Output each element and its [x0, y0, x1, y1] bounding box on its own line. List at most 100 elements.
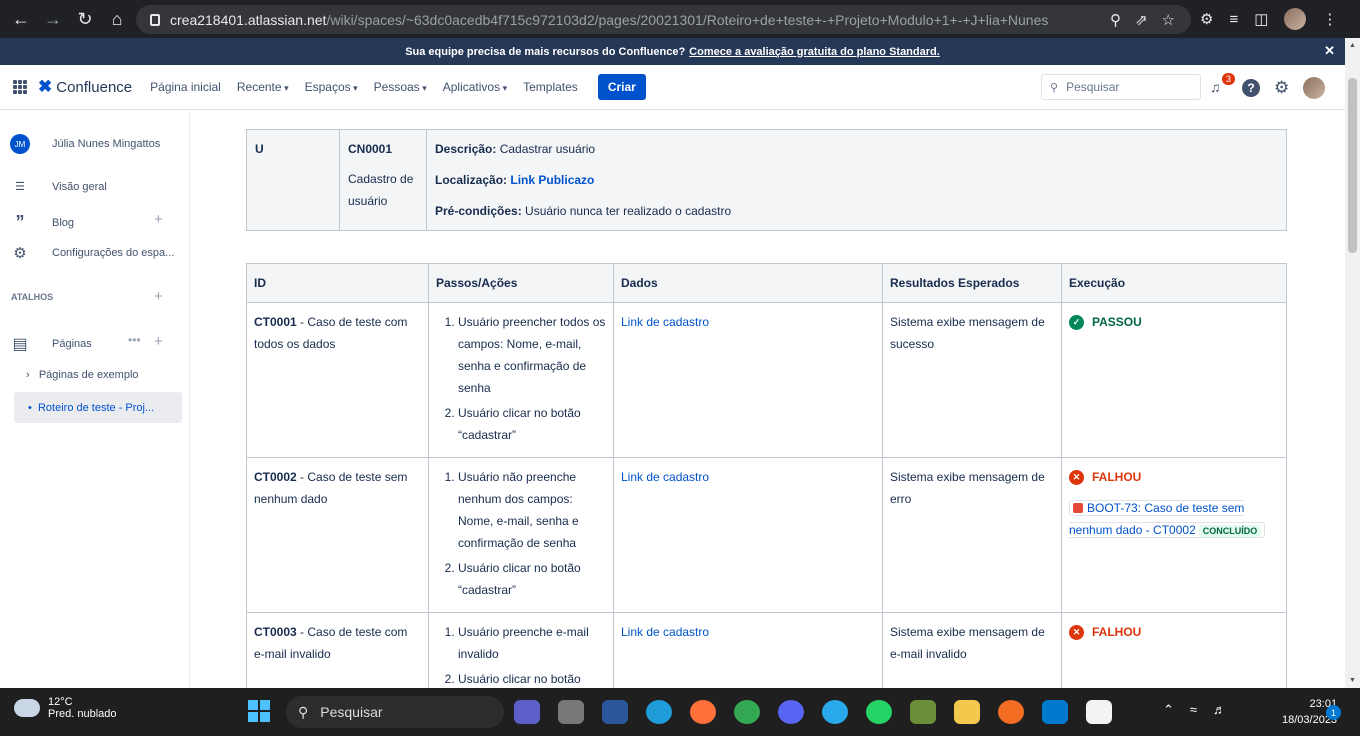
- chrome-icon[interactable]: [734, 700, 760, 724]
- pre-label: Pré-condições:: [435, 204, 522, 218]
- quote-icon: ”: [15, 212, 25, 232]
- reload-icon[interactable]: ↻: [74, 8, 96, 30]
- sidebar-item-pages[interactable]: ▤ Páginas: [10, 334, 92, 354]
- expected-result: Sistema exibe mensagem de erro: [882, 457, 1062, 613]
- sidebar-item-settings[interactable]: ⚙ Configurações do espa...: [10, 244, 174, 262]
- menu-apps[interactable]: Aplicativos: [443, 80, 507, 94]
- vscode-icon[interactable]: [1042, 700, 1068, 724]
- test-id: CT0002: [254, 470, 297, 484]
- pages-icon: ▤: [12, 336, 28, 353]
- settings-icon[interactable]: ⚙: [1274, 79, 1289, 97]
- loc-label: Localização:: [435, 173, 508, 187]
- jira-issue-link[interactable]: BOOT-73: Caso de teste sem nenhum dado -…: [1069, 500, 1266, 538]
- app-switcher-icon[interactable]: [13, 80, 27, 94]
- test-cases-table: ID Passos/Ações Dados Resultados Esperad…: [246, 263, 1287, 688]
- settings-app-icon[interactable]: [558, 700, 584, 724]
- table-header-row: ID Passos/Ações Dados Resultados Esperad…: [246, 263, 1287, 303]
- notepad-icon[interactable]: [910, 700, 936, 724]
- sidepanel-icon[interactable]: ◫: [1254, 10, 1268, 28]
- tree-item-examples[interactable]: › Páginas de exemplo: [26, 369, 139, 381]
- sidebar-space-owner[interactable]: JM Júlia Nunes Mingattos: [10, 134, 160, 154]
- wifi-icon[interactable]: ≈: [1190, 702, 1197, 718]
- menu-recent[interactable]: Recente: [237, 80, 289, 94]
- cloud-icon: [14, 699, 40, 717]
- url-host: crea218401.atlassian.net: [170, 11, 327, 28]
- file-explorer-icon[interactable]: [954, 700, 980, 724]
- notification-badge: 3: [1221, 73, 1235, 85]
- tree-item-label: Páginas de exemplo: [38, 369, 139, 381]
- expected-result: Sistema exibe mensagem de sucesso: [882, 302, 1062, 458]
- volume-icon[interactable]: ♬: [1213, 702, 1226, 718]
- user-avatar[interactable]: [1303, 77, 1326, 99]
- menu-templates[interactable]: Templates: [523, 80, 578, 94]
- weather-widget[interactable]: 12°C Pred. nublado: [14, 696, 117, 720]
- data-link[interactable]: Link de cadastro: [621, 625, 709, 639]
- reading-list-icon[interactable]: ≡: [1229, 11, 1238, 28]
- close-icon[interactable]: ✕: [1324, 43, 1335, 59]
- step-item: Usuário clicar no botão “cadastrar”: [458, 668, 606, 688]
- add-blog-icon[interactable]: +: [154, 211, 163, 228]
- extensions-icon[interactable]: ⚙: [1200, 10, 1213, 28]
- scroll-down-icon[interactable]: ▼: [1349, 677, 1356, 684]
- snipping-tool-icon[interactable]: [1086, 700, 1112, 724]
- sidebar-item-blog[interactable]: ” Blog: [10, 212, 75, 233]
- sidebar-blog-label: Blog: [52, 216, 75, 229]
- header-steps: Passos/Ações: [428, 263, 614, 303]
- home-icon[interactable]: ⌂: [106, 8, 128, 30]
- weather-temp: 12°C: [48, 696, 73, 708]
- address-bar[interactable]: crea218401.atlassian.net /wiki/spaces/~6…: [136, 5, 1191, 34]
- data-link[interactable]: Link de cadastro: [621, 315, 709, 329]
- table-row: CT0003 - Caso de teste com e-mail invali…: [246, 612, 1287, 688]
- zoom-icon[interactable]: ⚲: [1110, 11, 1121, 29]
- taskbar-search[interactable]: ⚲ Pesquisar: [286, 696, 504, 728]
- table-row: CT0002 - Caso de teste sem nenhum dado U…: [246, 457, 1287, 613]
- browser-menu-icon[interactable]: ⋮: [1322, 10, 1337, 28]
- add-shortcut-icon[interactable]: +: [154, 288, 163, 305]
- chevron-right-icon[interactable]: ›: [26, 369, 30, 381]
- windows-taskbar: 12°C Pred. nublado ⚲ Pesquisar ⌃ ≈ ♬ 23:0…: [0, 688, 1360, 736]
- discord-icon[interactable]: [778, 700, 804, 724]
- chevron-up-icon[interactable]: ⌃: [1163, 702, 1174, 718]
- page-scrollbar[interactable]: ▲ ▼: [1345, 38, 1360, 688]
- more-icon[interactable]: •••: [128, 333, 141, 347]
- profile-avatar[interactable]: [1284, 8, 1307, 30]
- search-icon: ⚲: [298, 703, 309, 720]
- scrollbar-thumb[interactable]: [1348, 78, 1357, 253]
- status-failed: FALHOU: [1092, 625, 1142, 639]
- confluence-logo[interactable]: ✖ Confluence: [38, 77, 132, 97]
- add-page-icon[interactable]: +: [154, 333, 163, 350]
- back-icon[interactable]: ←: [10, 8, 32, 30]
- search-input[interactable]: ⚲ Pesquisar: [1041, 74, 1201, 100]
- menu-home[interactable]: Página inicial: [150, 80, 221, 94]
- help-icon[interactable]: ?: [1242, 79, 1260, 97]
- postman-icon[interactable]: [998, 700, 1024, 724]
- menu-spaces[interactable]: Espaços: [305, 80, 358, 94]
- windows-start-icon[interactable]: [248, 700, 270, 722]
- whatsapp-icon[interactable]: [866, 700, 892, 724]
- edge-icon[interactable]: [646, 700, 672, 724]
- space-sidebar: JM Júlia Nunes Mingattos ☰ Visão geral ”…: [0, 110, 190, 688]
- notifications-icon[interactable]: ♫ 3: [1210, 73, 1235, 97]
- banner-link[interactable]: Comece a avaliação gratuita do plano Sta…: [689, 46, 940, 58]
- weather-desc: Pred. nublado: [48, 708, 117, 720]
- teams-icon[interactable]: [514, 700, 540, 724]
- data-link[interactable]: Link de cadastro: [621, 470, 709, 484]
- forward-icon[interactable]: →: [42, 8, 64, 30]
- share-icon[interactable]: ⇗: [1135, 11, 1148, 29]
- notification-center-badge[interactable]: 1: [1326, 705, 1341, 720]
- menu-people[interactable]: Pessoas: [374, 80, 427, 94]
- main-menu: Página inicial Recente Espaços Pessoas A…: [150, 80, 578, 94]
- star-icon[interactable]: ☆: [1162, 11, 1175, 29]
- scroll-up-icon[interactable]: ▲: [1349, 42, 1356, 49]
- sidebar-item-overview[interactable]: ☰ Visão geral: [10, 180, 107, 194]
- telegram-icon[interactable]: [822, 700, 848, 724]
- test-id: CT0003: [254, 625, 297, 639]
- sidebar-pages-label: Páginas: [52, 338, 92, 350]
- logo-text: Confluence: [56, 78, 133, 96]
- store-icon[interactable]: [602, 700, 628, 724]
- firefox-icon[interactable]: [690, 700, 716, 724]
- create-button[interactable]: Criar: [597, 74, 646, 100]
- banner-text: Sua equipe precisa de mais recursos do C…: [405, 45, 686, 58]
- location-link[interactable]: Link Publicazo: [510, 173, 594, 187]
- tree-item-current[interactable]: • Roteiro de teste - Proj...: [14, 392, 182, 423]
